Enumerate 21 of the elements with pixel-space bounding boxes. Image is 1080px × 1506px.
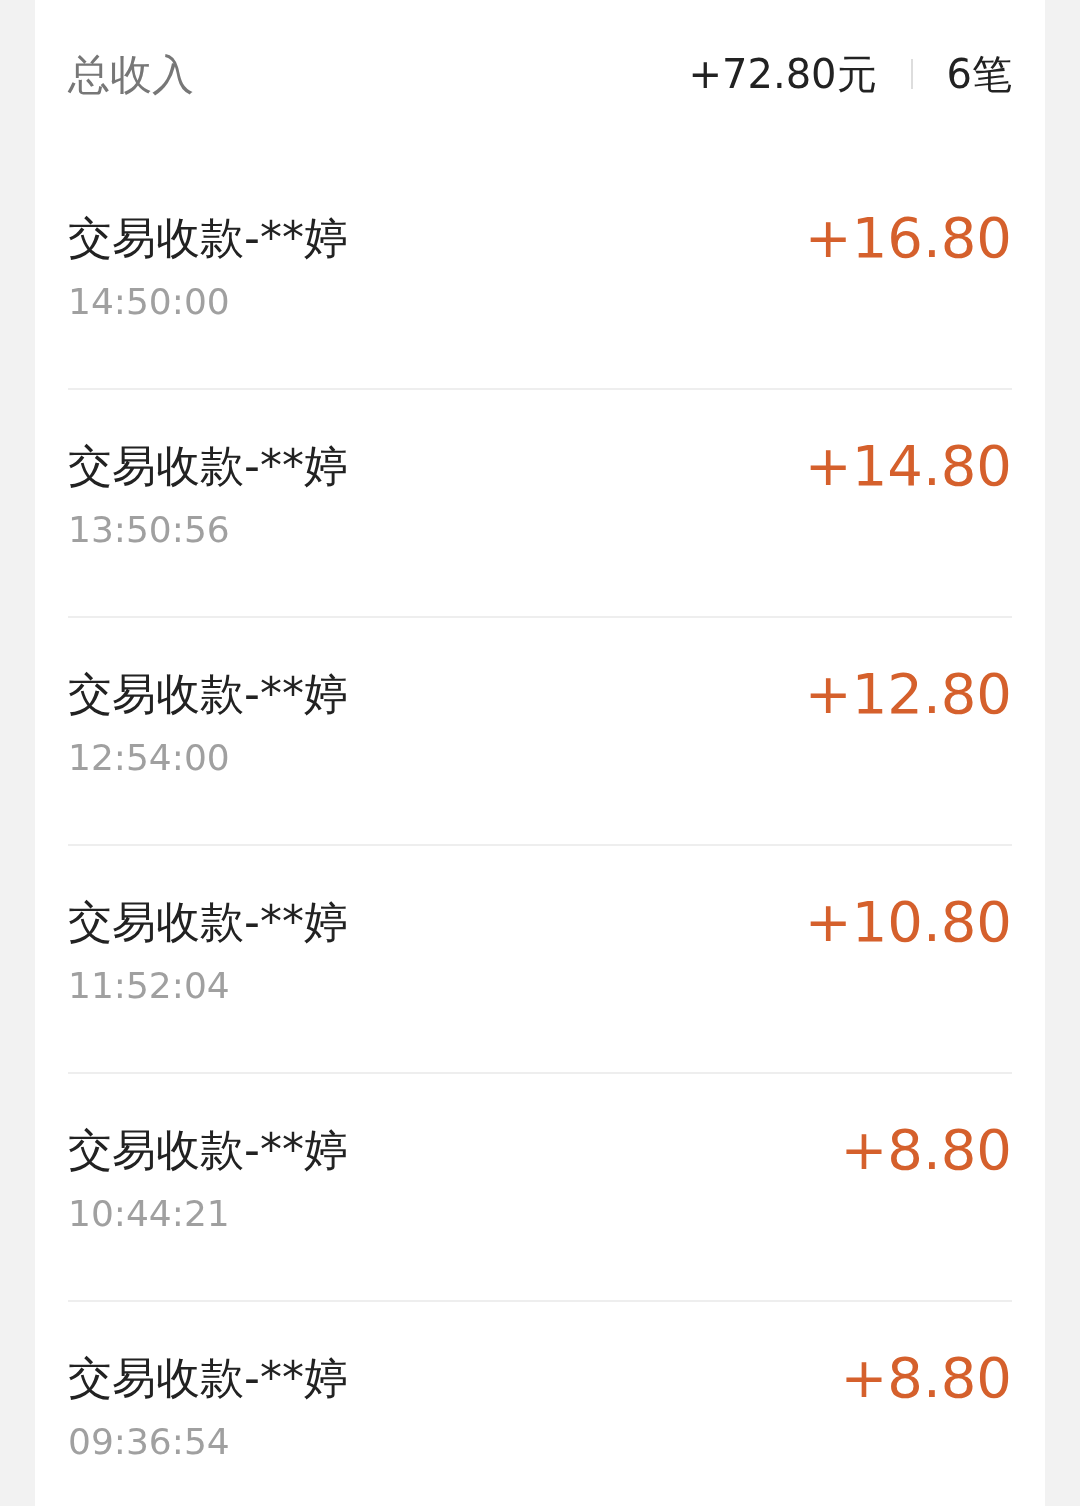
transaction-time: 13:50:56 (68, 508, 231, 552)
transaction-amount: +8.80 (840, 1118, 1012, 1182)
transaction-title: 交易收款-**婷 (68, 211, 348, 265)
transaction-amount: +16.80 (804, 206, 1012, 270)
transaction-time: 09:36:54 (68, 1420, 231, 1464)
transaction-amount: +12.80 (804, 662, 1012, 726)
transaction-title: 交易收款-**婷 (68, 1123, 348, 1177)
transaction-count: 6笔 (946, 50, 1012, 99)
transaction-title: 交易收款-**婷 (68, 895, 348, 949)
transaction-time: 14:50:00 (68, 280, 231, 324)
transaction-time: 11:52:04 (68, 964, 231, 1008)
transaction-amount: +8.80 (840, 1346, 1012, 1410)
transaction-time: 12:54:00 (68, 736, 231, 780)
transaction-title: 交易收款-**婷 (68, 667, 348, 721)
total-amount: +72.80元 (688, 50, 877, 99)
transaction-time: 10:44:21 (68, 1192, 231, 1236)
transaction-title: 交易收款-**婷 (68, 439, 348, 493)
transaction-amount: +14.80 (804, 434, 1012, 498)
transaction-title: 交易收款-**婷 (68, 1351, 348, 1405)
transaction-amount: +10.80 (804, 890, 1012, 954)
summary-label: 总收入 (68, 48, 194, 101)
